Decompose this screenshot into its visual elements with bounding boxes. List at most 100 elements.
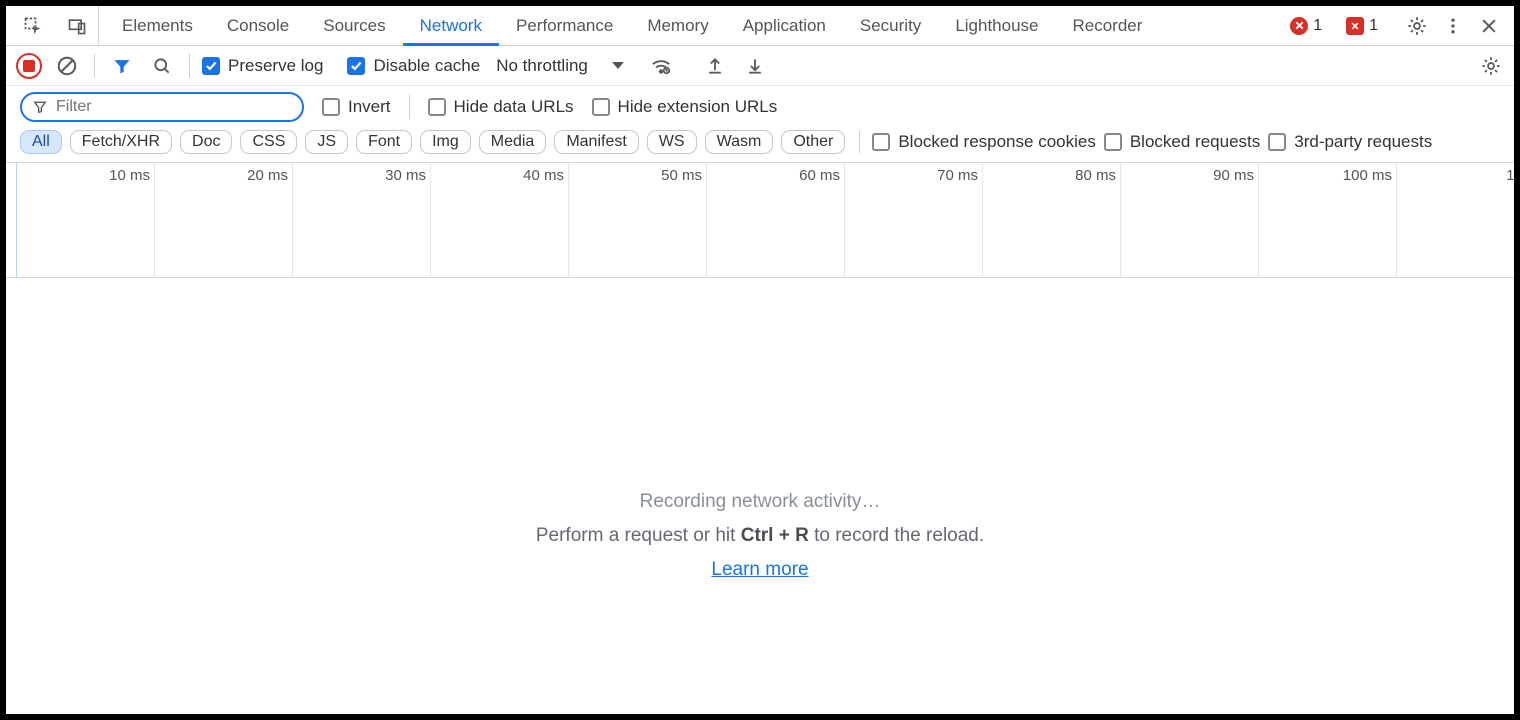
timeline-tick bbox=[154, 163, 155, 277]
filter-funnel-icon bbox=[32, 99, 48, 115]
chip-js[interactable]: JS bbox=[305, 130, 348, 154]
third-party-checkbox[interactable]: 3rd-party requests bbox=[1268, 132, 1432, 152]
checkbox-icon bbox=[1268, 133, 1286, 151]
type-filter-row: All Fetch/XHR Doc CSS JS Font Img Media … bbox=[6, 124, 1514, 162]
tab-security[interactable]: Security bbox=[843, 6, 938, 45]
error-count-value: 1 bbox=[1313, 17, 1322, 35]
clear-button[interactable] bbox=[52, 51, 82, 81]
tab-console[interactable]: Console bbox=[210, 6, 306, 45]
timeline-tick bbox=[1258, 163, 1259, 277]
chip-css[interactable]: CSS bbox=[240, 130, 297, 154]
hide-extension-urls-checkbox[interactable]: Hide extension URLs bbox=[592, 97, 778, 117]
timeline-tick bbox=[844, 163, 845, 277]
close-icon[interactable] bbox=[1474, 11, 1504, 41]
checkbox-icon bbox=[428, 98, 446, 116]
chip-fetch-xhr[interactable]: Fetch/XHR bbox=[70, 130, 172, 154]
timeline-tick-label: 70 ms bbox=[937, 167, 982, 184]
preserve-log-label: Preserve log bbox=[228, 56, 323, 76]
chip-manifest[interactable]: Manifest bbox=[554, 130, 638, 154]
disable-cache-label: Disable cache bbox=[373, 56, 480, 76]
empty-title: Recording network activity… bbox=[640, 491, 881, 513]
chip-font[interactable]: Font bbox=[356, 130, 412, 154]
timeline-tick-label: 80 ms bbox=[1075, 167, 1120, 184]
devtools-tabstrip: Elements Console Sources Network Perform… bbox=[6, 6, 1514, 46]
chip-other[interactable]: Other bbox=[781, 130, 845, 154]
timeline-tick-label: 110 bbox=[1506, 167, 1514, 184]
preserve-log-checkbox[interactable]: Preserve log bbox=[202, 56, 323, 76]
tab-sources[interactable]: Sources bbox=[306, 6, 402, 45]
tab-performance[interactable]: Performance bbox=[499, 6, 630, 45]
timeline-tick bbox=[706, 163, 707, 277]
export-har-icon[interactable] bbox=[700, 51, 730, 81]
timeline-tick-label: 30 ms bbox=[385, 167, 430, 184]
tab-application[interactable]: Application bbox=[726, 6, 843, 45]
issue-count[interactable]: 1 bbox=[1346, 17, 1386, 35]
timeline-tick bbox=[1120, 163, 1121, 277]
chip-all[interactable]: All bbox=[20, 130, 62, 154]
panel-tabs: Elements Console Sources Network Perform… bbox=[105, 6, 1159, 45]
blocked-requests-checkbox[interactable]: Blocked requests bbox=[1104, 132, 1260, 152]
import-har-icon[interactable] bbox=[740, 51, 770, 81]
checkbox-checked-icon bbox=[202, 57, 220, 75]
tab-elements[interactable]: Elements bbox=[105, 6, 210, 45]
hide-data-urls-label: Hide data URLs bbox=[454, 97, 574, 117]
timeline-tick bbox=[430, 163, 431, 277]
disable-cache-checkbox[interactable]: Disable cache bbox=[347, 56, 480, 76]
settings-icon[interactable] bbox=[1402, 11, 1432, 41]
timeline-tick-label: 100 ms bbox=[1343, 167, 1396, 184]
tab-network[interactable]: Network bbox=[403, 6, 499, 45]
chip-ws[interactable]: WS bbox=[647, 130, 697, 154]
filter-input[interactable] bbox=[56, 98, 292, 116]
timeline-tick bbox=[292, 163, 293, 277]
filter-row: Invert Hide data URLs Hide extension URL… bbox=[6, 86, 1514, 124]
timeline-tick bbox=[1396, 163, 1397, 277]
network-conditions-icon[interactable] bbox=[646, 51, 676, 81]
tab-memory[interactable]: Memory bbox=[630, 6, 725, 45]
filter-input-container[interactable] bbox=[20, 92, 304, 122]
checkbox-checked-icon bbox=[347, 57, 365, 75]
timeline-tick-label: 10 ms bbox=[109, 167, 154, 184]
issue-icon bbox=[1346, 17, 1364, 35]
issue-count-value: 1 bbox=[1369, 17, 1378, 35]
timeline-tick-label: 50 ms bbox=[661, 167, 706, 184]
overview-timeline[interactable]: 10 ms 20 ms 30 ms 40 ms 50 ms 60 ms 70 ms 80 ms… bbox=[6, 162, 1514, 278]
empty-hint: Perform a request or hit Ctrl + R to rec… bbox=[536, 525, 984, 547]
hide-extension-urls-label: Hide extension URLs bbox=[618, 97, 778, 117]
timeline-tick-label: 20 ms bbox=[247, 167, 292, 184]
more-menu-icon[interactable] bbox=[1438, 11, 1468, 41]
error-count[interactable]: 1 bbox=[1290, 17, 1330, 35]
tab-recorder[interactable]: Recorder bbox=[1056, 6, 1160, 45]
chip-img[interactable]: Img bbox=[420, 130, 471, 154]
chevron-down-icon bbox=[612, 62, 624, 69]
blocked-requests-label: Blocked requests bbox=[1130, 132, 1260, 152]
search-icon[interactable] bbox=[147, 51, 177, 81]
third-party-label: 3rd-party requests bbox=[1294, 132, 1432, 152]
network-toolbar: Preserve log Disable cache No throttling bbox=[6, 46, 1514, 86]
checkbox-icon bbox=[872, 133, 890, 151]
chip-doc[interactable]: Doc bbox=[180, 130, 232, 154]
timeline-tick-label: 90 ms bbox=[1213, 167, 1258, 184]
learn-more-link[interactable]: Learn more bbox=[711, 559, 808, 581]
inspect-element-icon[interactable] bbox=[18, 11, 48, 41]
throttling-select[interactable]: No throttling bbox=[496, 56, 624, 76]
tab-lighthouse[interactable]: Lighthouse bbox=[938, 6, 1055, 45]
throttling-value: No throttling bbox=[496, 56, 588, 76]
blocked-cookies-checkbox[interactable]: Blocked response cookies bbox=[872, 132, 1096, 152]
device-toolbar-icon[interactable] bbox=[62, 11, 92, 41]
chip-media[interactable]: Media bbox=[479, 130, 547, 154]
record-button[interactable] bbox=[16, 53, 42, 79]
checkbox-icon bbox=[322, 98, 340, 116]
timeline-tick bbox=[568, 163, 569, 277]
filter-toggle-icon[interactable] bbox=[107, 51, 137, 81]
timeline-tick-label: 60 ms bbox=[799, 167, 844, 184]
timeline-tick bbox=[982, 163, 983, 277]
checkbox-icon bbox=[1104, 133, 1122, 151]
panel-settings-icon[interactable] bbox=[1476, 51, 1506, 81]
invert-checkbox[interactable]: Invert bbox=[322, 97, 391, 117]
blocked-cookies-label: Blocked response cookies bbox=[898, 132, 1096, 152]
chip-wasm[interactable]: Wasm bbox=[705, 130, 774, 154]
timeline-tick-label: 40 ms bbox=[523, 167, 568, 184]
empty-state: Recording network activity… Perform a re… bbox=[6, 278, 1514, 714]
hide-data-urls-checkbox[interactable]: Hide data URLs bbox=[428, 97, 574, 117]
invert-label: Invert bbox=[348, 97, 391, 117]
